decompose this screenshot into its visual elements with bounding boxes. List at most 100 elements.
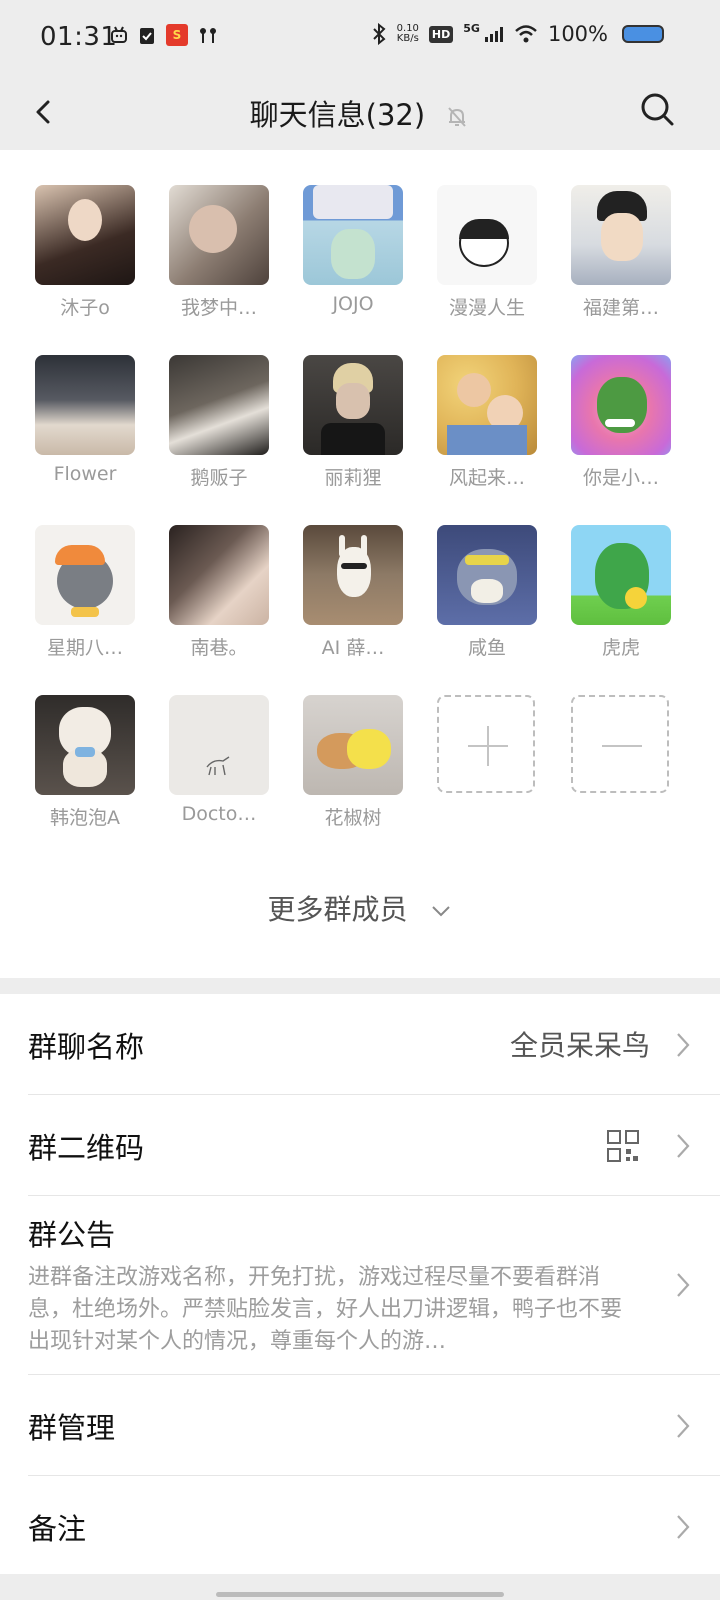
- member-name: JOJO: [332, 293, 374, 315]
- member-item[interactable]: 我梦中…: [169, 185, 269, 319]
- notification-icons: S: [110, 24, 218, 46]
- member-item[interactable]: 虎虎: [571, 525, 671, 659]
- avatar: [437, 355, 537, 455]
- member-item[interactable]: 风起来…: [437, 355, 537, 489]
- member-item[interactable]: 南巷。: [169, 525, 269, 659]
- bilibili-icon: [111, 26, 127, 43]
- avatar: [35, 355, 135, 455]
- task-check-icon: [140, 28, 154, 44]
- page-title: 聊天信息(32): [249, 98, 426, 132]
- remark-label: 备注: [28, 1512, 87, 1546]
- member-section: 沐子o 我梦中… JOJO 漫漫人生 福建第… Flower 鹅贩子 丽莉狸 风…: [0, 150, 720, 970]
- member-item[interactable]: 丽莉狸: [303, 355, 403, 489]
- member-name: 咸鱼: [467, 637, 506, 659]
- chevron-right-icon: [677, 1134, 690, 1158]
- group-name-row[interactable]: 群聊名称 全员呆呆鸟: [0, 994, 720, 1094]
- avatar: [437, 185, 537, 285]
- remove-member-button[interactable]: [571, 695, 671, 795]
- home-indicator[interactable]: [216, 1592, 504, 1597]
- member-item[interactable]: 你是小…: [571, 355, 671, 489]
- member-grid: 沐子o 我梦中… JOJO 漫漫人生 福建第… Flower 鹅贩子 丽莉狸 风…: [35, 185, 671, 829]
- member-name: 你是小…: [582, 467, 659, 489]
- member-item[interactable]: 韩泡泡A: [35, 695, 135, 829]
- more-members-label: 更多群成员: [267, 893, 408, 926]
- group-notice-text: 进群备注改游戏名称，开免打扰，游戏过程尽量不要看群消息，杜绝场外。严禁贴脸发言，…: [28, 1265, 623, 1354]
- chevron-right-icon: [677, 1414, 690, 1438]
- member-name: 丽莉狸: [324, 467, 382, 489]
- more-members-button[interactable]: 更多群成员: [0, 888, 720, 928]
- add-member-button[interactable]: [437, 695, 537, 795]
- avatar: [303, 695, 403, 795]
- wifi-icon: [515, 25, 537, 43]
- member-name: 漫漫人生: [448, 297, 525, 319]
- member-name: 韩泡泡A: [50, 807, 120, 829]
- minus-icon: [571, 695, 669, 793]
- clock: 01:31: [40, 22, 118, 52]
- member-name: 花椒树: [324, 807, 382, 829]
- member-item[interactable]: 咸鱼: [437, 525, 537, 659]
- bell-muted-icon: [448, 107, 467, 127]
- chevron-right-icon: [677, 1515, 690, 1539]
- member-name: 星期八…: [46, 637, 123, 659]
- page-title-wrap: 聊天信息(32): [0, 92, 720, 134]
- chevron-right-icon: [677, 1033, 690, 1057]
- member-item[interactable]: Flower: [35, 355, 135, 485]
- member-item[interactable]: AI 薛…: [303, 525, 403, 659]
- avatar: [303, 355, 403, 455]
- avatar: [571, 355, 671, 455]
- avatar: [437, 525, 537, 625]
- avatar: [35, 525, 135, 625]
- earbuds-icon: [200, 28, 216, 43]
- member-name: 福建第…: [582, 297, 659, 319]
- member-name: 沐子o: [60, 297, 110, 319]
- signal-icon: [484, 27, 503, 42]
- member-name: 虎虎: [601, 637, 640, 659]
- member-name: Flower: [53, 463, 117, 485]
- member-name: 我梦中…: [180, 297, 257, 319]
- member-name: 风起来…: [448, 467, 525, 489]
- avatar: [169, 355, 269, 455]
- qr-code-label: 群二维码: [28, 1131, 145, 1165]
- status-bar: 01:31 S 0.10 KB/s HD 5G 100%: [0, 0, 720, 76]
- member-item[interactable]: 福建第…: [571, 185, 671, 319]
- member-name: AI 薛…: [321, 637, 385, 659]
- avatar: [303, 525, 403, 625]
- member-item[interactable]: Docto…: [169, 695, 269, 825]
- svg-text:S: S: [173, 28, 182, 42]
- avatar: [35, 185, 135, 285]
- qr-code-icon: [607, 1130, 639, 1162]
- battery-percent: 100%: [547, 22, 608, 46]
- avatar: [169, 185, 269, 285]
- avatar: [303, 185, 403, 285]
- member-item[interactable]: 花椒树: [303, 695, 403, 829]
- avatar: [571, 525, 671, 625]
- app-badge-icon: S: [166, 24, 188, 46]
- chevron-right-icon: [677, 1273, 690, 1297]
- member-name: 南巷。: [190, 637, 248, 659]
- group-notice-label: 群公告: [28, 1218, 116, 1252]
- group-name-label: 群聊名称: [28, 1030, 145, 1064]
- group-name-value: 全员呆呆鸟: [509, 1029, 650, 1062]
- remark-row[interactable]: 备注: [0, 1476, 720, 1574]
- member-item[interactable]: 星期八…: [35, 525, 135, 659]
- member-item[interactable]: 鹅贩子: [169, 355, 269, 489]
- qr-code-row[interactable]: 群二维码: [0, 1095, 720, 1195]
- member-item[interactable]: 沐子o: [35, 185, 135, 319]
- net-speed: 0.10 KB/s: [396, 23, 419, 44]
- battery-icon: [622, 25, 664, 43]
- member-item[interactable]: JOJO: [303, 185, 403, 315]
- search-icon[interactable]: [636, 88, 680, 132]
- hd-badge: HD: [428, 25, 454, 43]
- group-manage-row[interactable]: 群管理: [0, 1375, 720, 1475]
- app-header: 聊天信息(32): [0, 76, 720, 150]
- plus-icon: [437, 695, 535, 793]
- member-name: Docto…: [181, 803, 257, 825]
- avatar: [169, 525, 269, 625]
- bluetooth-icon: [372, 23, 386, 45]
- avatar: [571, 185, 671, 285]
- member-item[interactable]: 漫漫人生: [437, 185, 537, 319]
- avatar: [35, 695, 135, 795]
- avatar: [169, 695, 269, 795]
- group-notice-row[interactable]: 群公告 进群备注改游戏名称，开免打扰，游戏过程尽量不要看群消息，杜绝场外。严禁贴…: [0, 1196, 720, 1374]
- system-indicators: 0.10 KB/s HD 5G 100%: [371, 22, 664, 46]
